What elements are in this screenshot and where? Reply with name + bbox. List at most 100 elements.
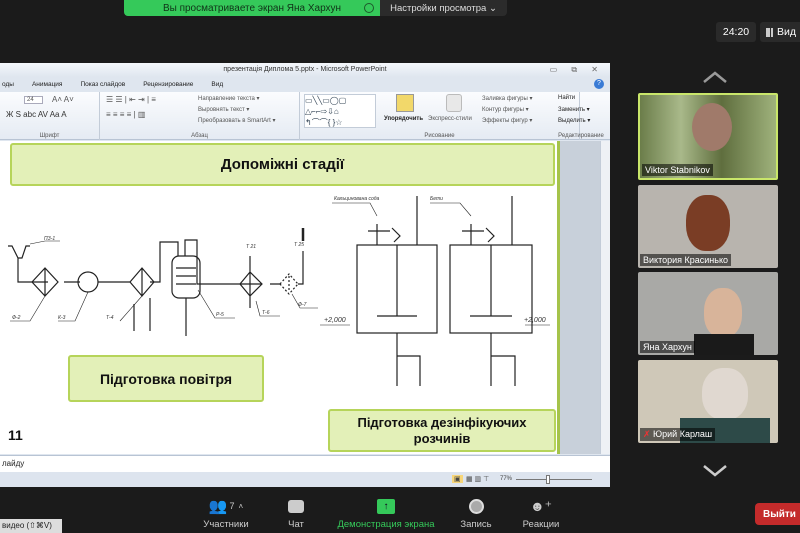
notes-pane[interactable]: лайду — [0, 455, 610, 472]
shape-effects-button[interactable]: Эффекты фигур ▾ — [482, 117, 532, 124]
video-tile-viktor[interactable]: Viktor Stabnikov — [638, 93, 778, 180]
video-shortcut-tooltip: видео (⇧⌘V) — [0, 519, 62, 533]
smartart-button[interactable]: Преобразовать в SmartArt ▾ — [198, 117, 275, 124]
label-t21: Т 21 — [246, 244, 256, 250]
editing-group: Найти Заменить ▾ Выделить ▾ Редактирован… — [558, 92, 610, 140]
leave-meeting-button[interactable]: Выйти — [755, 503, 800, 525]
label-f2: Ф-2 — [12, 315, 21, 321]
grid-icon — [766, 27, 773, 37]
participant-name: Viktor Stabnikov — [642, 164, 713, 176]
shapes-gallery[interactable]: ▭╲╲▭◯▢ △⌐⌐⇨⇩⌂ ↰⌒⌒{ }☆ — [304, 94, 376, 128]
participant-name: Яна Xархун — [640, 341, 695, 353]
text-direction-button[interactable]: Направление текста ▾ — [198, 95, 260, 102]
quick-styles-button[interactable]: Экспресс-стили — [428, 116, 472, 122]
share-screen-label: Демонстрация экрана — [337, 519, 435, 530]
label-soda: Кальцинована сода — [334, 196, 380, 202]
label-beta: Бети — [430, 196, 443, 202]
scroll-up-chevron-icon[interactable] — [702, 70, 728, 84]
drawing-group: ▭╲╲▭◯▢ △⌐⌐⇨⇩⌂ ↰⌒⌒{ }☆ Упорядочить Экспресс… — [300, 92, 580, 140]
disinfectant-preparation-box: Підготовка дезінфікуючих розчинів — [328, 409, 556, 452]
font-group: 24 A˄ A˅ Ж S abc AV Aa A Шрифт — [0, 92, 100, 140]
tab-view[interactable]: Вид — [211, 81, 223, 88]
label-level-left: +2,000 — [324, 317, 346, 324]
reactions-label: Реакции — [522, 519, 560, 530]
participant-face — [704, 288, 742, 338]
tab-animation[interactable]: Анимация — [32, 81, 63, 88]
label-pz1: ПЗ-1 — [44, 236, 55, 242]
label-level-right: +2,000 — [524, 317, 546, 324]
screen-share-banner: Вы просматриваете экран Яна Xархун — [124, 0, 380, 16]
chevron-up-icon[interactable]: ˄ — [239, 502, 244, 511]
participants-label: Участники — [203, 519, 249, 530]
disinfectant-preparation-diagram: Кальцинована сода Бети +2,000 +2,000 — [320, 196, 550, 386]
zoom-level: 77% — [500, 476, 513, 482]
meeting-timer: 24:20 — [716, 22, 756, 42]
drawing-group-label: Рисование — [424, 133, 455, 139]
participant-name: Виктория Красинько — [640, 254, 731, 266]
label-r5: Р-5 — [216, 312, 224, 318]
help-icon[interactable]: ? — [594, 79, 604, 89]
editing-group-label: Редактирование — [558, 133, 604, 139]
label-t4: Т-4 — [106, 315, 114, 321]
shape-fill-button[interactable]: Заливка фигуры ▾ — [482, 95, 533, 102]
powerpoint-window: презентація Диплома 5.pptx - Microsoft P… — [0, 63, 610, 487]
tab-review[interactable]: Рецензирование — [143, 81, 193, 88]
share-screen-button[interactable]: ↑ Демонстрация экрана — [330, 497, 442, 530]
zoom-slider[interactable] — [516, 479, 592, 480]
label-t25: Т 25 — [294, 242, 304, 248]
list-icons[interactable]: ☰ ☰ | ⇤ ⇥ | ≡ — [106, 95, 156, 104]
slide: Допоміжні стадії ПЗ-1 Ф-2 К-3 Т-4 Р-5 Т-… — [0, 141, 560, 454]
participant-clothing — [694, 334, 754, 355]
video-tile-viktoria[interactable]: Виктория Красинько — [638, 185, 778, 268]
label-f7: Ф-7 — [298, 302, 307, 308]
view-mode-icons[interactable]: ▦ ▥ ⊤ — [466, 475, 489, 483]
shape-outline-button[interactable]: Контур фигуры ▾ — [482, 106, 529, 113]
ribbon: 24 A˄ A˅ Ж S abc AV Aa A Шрифт ☰ ☰ | ⇤ ⇥… — [0, 92, 610, 140]
normal-view-icon[interactable]: ▣ — [452, 475, 463, 483]
quick-styles-icon — [446, 94, 462, 112]
participants-icon: 👥 — [208, 498, 228, 515]
align-icons[interactable]: ≡ ≡ ≡ ≡ | ▥ — [106, 110, 145, 119]
reactions-icon: ☻⁺ — [529, 497, 553, 514]
font-group-label: Шрифт — [39, 133, 60, 139]
participants-count: 7 — [229, 501, 235, 511]
mic-muted-icon: ✗ — [643, 429, 654, 439]
chat-button[interactable]: Чат — [280, 497, 312, 530]
font-format-icons[interactable]: Ж S abc AV Aa A — [6, 110, 67, 119]
participant-name-muted: ✗ Юрий Карлаш — [640, 428, 716, 441]
chat-label: Чат — [288, 519, 304, 530]
view-settings-button[interactable]: Настройки просмотра ⌄ — [380, 0, 507, 16]
slide-pane: Допоміжні стадії ПЗ-1 Ф-2 К-3 Т-4 Р-5 Т-… — [0, 141, 600, 454]
video-tile-yana[interactable]: Яна Xархун — [638, 272, 778, 355]
chat-icon — [288, 499, 304, 513]
zoom-slider-handle[interactable] — [546, 475, 550, 484]
info-icon[interactable] — [364, 3, 374, 13]
select-button[interactable]: Выделить ▾ — [558, 117, 590, 124]
font-grow-icon[interactable]: A˄ A˅ — [52, 95, 74, 104]
label-t6: Т-6 — [262, 310, 270, 316]
tab-slideshow[interactable]: Показ слайдов — [80, 81, 125, 88]
banner-text: Вы просматриваете экран Яна Xархун — [162, 2, 342, 14]
view-label: Вид — [777, 26, 796, 38]
record-label: Запись — [460, 519, 492, 530]
video-tile-yuriy[interactable]: ✗ Юрий Карлаш — [638, 360, 778, 443]
participant-face — [702, 368, 748, 420]
font-size-select[interactable]: 24 — [24, 96, 43, 104]
record-button[interactable]: Запись — [456, 497, 496, 530]
window-title: презентація Диплома 5.pptx - Microsoft P… — [223, 66, 387, 73]
participants-button[interactable]: 👥 7 ˄ Участники — [196, 497, 256, 530]
paragraph-group-label: Абзац — [191, 133, 208, 139]
participant-face — [692, 103, 732, 151]
tab-design[interactable]: оды — [2, 81, 14, 88]
scroll-down-chevron-icon[interactable] — [702, 464, 728, 478]
arrange-button[interactable]: Упорядочить — [384, 116, 423, 122]
window-controls[interactable]: ▭ ⧉ ✕ — [550, 63, 604, 77]
view-button[interactable]: Вид — [760, 22, 800, 42]
participant-name: Юрий Карлаш — [653, 429, 713, 439]
find-button[interactable]: Найти — [558, 95, 575, 101]
participant-face — [686, 195, 730, 251]
replace-button[interactable]: Заменить ▾ — [558, 106, 590, 113]
vertical-scrollbar[interactable] — [600, 141, 610, 454]
reactions-button[interactable]: ☻⁺ Реакции — [516, 497, 566, 531]
align-text-button[interactable]: Выровнять текст ▾ — [198, 106, 249, 113]
